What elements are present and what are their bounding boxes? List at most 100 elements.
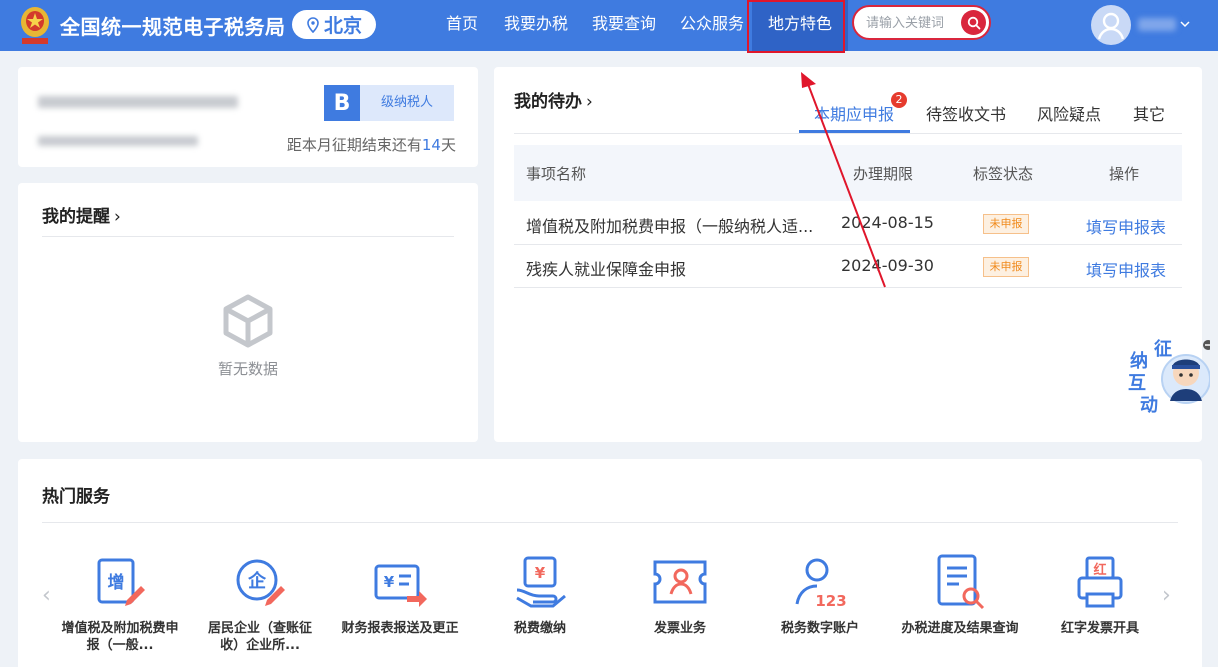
item-name: 残疾人就业保障金申报 bbox=[526, 260, 687, 279]
todo-card: 我的待办 › 本期应申报 2 待签收文书 风险疑点 其它 事项名称 办理期限 标签… bbox=[494, 67, 1202, 442]
service-label: 税务数字账户 bbox=[780, 621, 859, 636]
progress-query-icon bbox=[937, 554, 985, 610]
deadline-prefix: 距本月征期结束还有 bbox=[286, 136, 422, 154]
service-label: 红字发票开具 bbox=[1060, 621, 1139, 636]
item-deadline: 2024-09-30 bbox=[841, 256, 934, 275]
taxpayer-grade-badge: B 级纳税人 bbox=[324, 85, 454, 121]
deadline-suffix: 天 bbox=[440, 136, 456, 154]
financial-report-icon: ¥ bbox=[374, 564, 427, 607]
service-item[interactable]: ¥ 财务报表报送及更正 bbox=[340, 554, 460, 637]
tabs-divider bbox=[514, 133, 1182, 134]
nav-do-tax[interactable]: 我要办税 bbox=[504, 0, 568, 51]
digital-account-icon: 123 bbox=[795, 558, 847, 610]
service-label: 发票业务 bbox=[653, 621, 706, 636]
deadline-days: 14 bbox=[421, 136, 441, 154]
chevron-right-icon: › bbox=[114, 207, 121, 227]
reminders-title: 我的提醒 bbox=[42, 207, 110, 227]
tab-risk-issues[interactable]: 风险疑点 bbox=[1037, 101, 1101, 125]
taxpayer-name-redacted bbox=[38, 96, 238, 108]
service-item[interactable]: ¥ 税费缴纳 bbox=[480, 554, 600, 637]
user-avatar-icon bbox=[1097, 12, 1125, 40]
service-item[interactable]: 红 红字发票开具 bbox=[1040, 554, 1160, 637]
service-label: 财务报表报送及更正 bbox=[341, 621, 459, 636]
red-invoice-icon: 红 bbox=[1077, 556, 1123, 608]
service-item[interactable]: 123 税务数字账户 bbox=[760, 554, 880, 637]
item-deadline: 2024-08-15 bbox=[841, 213, 934, 232]
fill-declaration-link[interactable]: 填写申报表 bbox=[1086, 257, 1166, 281]
todo-title: 我的待办 bbox=[514, 92, 582, 112]
hot-services-card: 热门服务 ‹ › 增 增值税及附加税费申报（一般... 企 居民企业（查账征收）… bbox=[18, 459, 1202, 667]
reminders-card: 我的提醒 › 暂无数据 bbox=[18, 183, 478, 442]
service-label: 税费缴纳 bbox=[513, 621, 566, 636]
table-row: 增值税及附加税费申报（一般纳税人适... 2024-08-15 未申报 填写申报… bbox=[514, 202, 1182, 245]
active-tab-indicator bbox=[799, 130, 910, 133]
taxpayer-info-card: B 级纳税人 距本月征期结束还有14天 bbox=[18, 67, 478, 167]
empty-state-text: 暂无数据 bbox=[217, 360, 278, 378]
empty-box-icon bbox=[223, 294, 273, 348]
svg-text:增: 增 bbox=[108, 572, 125, 593]
city-name: 北京 bbox=[323, 15, 362, 37]
tab-count-badge: 2 bbox=[891, 92, 907, 108]
city-selector[interactable]: 北京 bbox=[292, 10, 376, 39]
tab-other[interactable]: 其它 bbox=[1133, 101, 1165, 125]
tax-payment-icon: ¥ bbox=[516, 556, 566, 608]
column-header-deadline: 办理期限 bbox=[853, 165, 914, 183]
reminders-title-link[interactable]: 我的提醒 › bbox=[42, 202, 121, 227]
svg-text:¥: ¥ bbox=[384, 573, 395, 591]
todo-table-header: 事项名称 办理期限 标签状态 操作 bbox=[514, 145, 1182, 201]
column-header-status: 标签状态 bbox=[973, 165, 1034, 183]
tax-interaction-assistant[interactable]: 征 纳 互 动 bbox=[1124, 335, 1213, 417]
svg-text:¥: ¥ bbox=[535, 564, 546, 582]
divider bbox=[42, 522, 1178, 523]
svg-text:企: 企 bbox=[247, 570, 267, 592]
assistant-char-1: 征 bbox=[1154, 338, 1172, 360]
carousel-next-arrow[interactable]: › bbox=[1162, 583, 1171, 608]
service-item[interactable]: 增 增值税及附加税费申报（一般... bbox=[60, 554, 180, 654]
divider bbox=[42, 236, 454, 237]
service-label: 增值税及附加税费申报（一般... bbox=[61, 621, 179, 653]
service-item[interactable]: 企 居民企业（查账征收）企业所... bbox=[200, 554, 320, 654]
nav-public-service[interactable]: 公众服务 bbox=[680, 0, 744, 51]
nav-local-features[interactable]: 地方特色 bbox=[752, 0, 848, 51]
assistant-char-3: 互 bbox=[1128, 373, 1146, 394]
table-row: 残疾人就业保障金申报 2024-09-30 未申报 填写申报表 bbox=[514, 245, 1182, 288]
assistant-char-2: 纳 bbox=[1130, 350, 1148, 372]
site-title[interactable]: 全国统一规范电子税务局 bbox=[60, 11, 286, 40]
tax-bureau-emblem-icon bbox=[21, 7, 49, 44]
svg-text:123: 123 bbox=[815, 592, 846, 610]
item-name: 增值税及附加税费申报（一般纳税人适... bbox=[526, 217, 814, 236]
chevron-right-icon: › bbox=[586, 92, 593, 112]
invoice-icon bbox=[653, 560, 707, 604]
search-box bbox=[852, 5, 991, 40]
top-navigation-bar: 全国统一规范电子税务局 北京 首页 我要办税 我要查询 公众服务 地方特色 bbox=[0, 0, 1218, 51]
carousel-prev-arrow[interactable]: ‹ bbox=[42, 583, 51, 608]
service-item[interactable]: 发票业务 bbox=[620, 554, 740, 637]
filing-deadline-text: 距本月征期结束还有14天 bbox=[287, 134, 456, 155]
service-label: 办税进度及结果查询 bbox=[901, 621, 1019, 636]
service-label: 居民企业（查账征收）企业所... bbox=[207, 621, 312, 653]
nav-query[interactable]: 我要查询 bbox=[592, 0, 656, 51]
search-button[interactable] bbox=[961, 10, 986, 35]
tab-documents-to-sign[interactable]: 待签收文书 bbox=[926, 101, 1006, 125]
user-name-redacted[interactable] bbox=[1138, 18, 1176, 31]
search-input[interactable] bbox=[866, 13, 958, 33]
location-pin-icon bbox=[307, 16, 319, 33]
nav-home[interactable]: 首页 bbox=[446, 0, 478, 51]
fill-declaration-link[interactable]: 填写申报表 bbox=[1086, 214, 1166, 238]
assistant-badge-icon: 征 纳 互 动 bbox=[1128, 338, 1213, 416]
svg-text:红: 红 bbox=[1093, 562, 1106, 578]
service-item[interactable]: 办税进度及结果查询 bbox=[900, 554, 1020, 637]
tab-current-declaration[interactable]: 本期应申报 bbox=[814, 101, 894, 125]
chevron-down-icon[interactable] bbox=[1180, 19, 1190, 29]
taxpayer-id-redacted bbox=[38, 136, 198, 146]
grade-letter: B bbox=[324, 85, 360, 121]
vat-declare-icon: 增 bbox=[97, 558, 145, 606]
hot-services-title: 热门服务 bbox=[42, 487, 110, 507]
user-avatar[interactable] bbox=[1091, 5, 1131, 45]
column-header-item-name: 事项名称 bbox=[526, 165, 587, 183]
assistant-char-4: 动 bbox=[1140, 395, 1158, 416]
search-icon bbox=[967, 16, 980, 29]
enterprise-tax-icon: 企 bbox=[236, 559, 285, 606]
status-badge: 未申报 bbox=[983, 214, 1029, 234]
todo-title-link[interactable]: 我的待办 › bbox=[514, 87, 593, 112]
